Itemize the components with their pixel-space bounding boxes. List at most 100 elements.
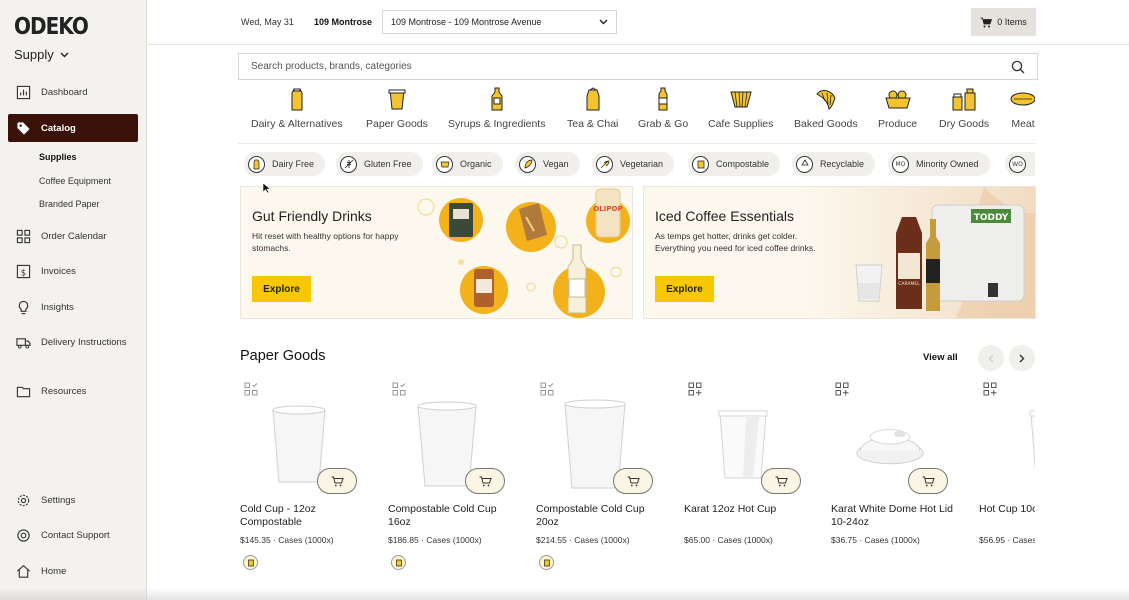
category-tea-chai[interactable]: Tea & Chai bbox=[567, 86, 618, 130]
nav-delivery-instructions[interactable]: Delivery Instructions bbox=[8, 328, 138, 356]
product-card[interactable]: Karat 12oz Hot Cup $65.00 · Cases (1000x… bbox=[684, 380, 812, 580]
croissant-icon bbox=[816, 90, 836, 110]
add-to-list-icon[interactable] bbox=[983, 382, 997, 396]
filter-woman-owned[interactable]: WO bbox=[1005, 152, 1035, 176]
toddy-label: TODDY bbox=[974, 213, 1009, 223]
product-price: $36.75 · Cases (1000x) bbox=[831, 535, 920, 545]
compostable-badge-icon bbox=[539, 555, 554, 570]
category-label: Dairy & Alternatives bbox=[251, 118, 343, 130]
product-name[interactable]: Hot Cup 10oz bbox=[979, 503, 1035, 516]
filter-vegetarian[interactable]: Vegetarian bbox=[592, 152, 675, 176]
mo-icon: MO bbox=[892, 155, 909, 173]
product-name[interactable]: Compostable Cold Cup 20oz bbox=[536, 503, 658, 529]
filter-dairy-free[interactable]: Dairy Free bbox=[244, 152, 326, 176]
product-name[interactable]: Cold Cup - 12oz Compostable bbox=[240, 503, 362, 529]
filter-recyclable[interactable]: Recyclable bbox=[792, 152, 876, 176]
add-to-cart-button[interactable] bbox=[761, 468, 801, 494]
drink-bottle-icon bbox=[658, 87, 668, 111]
category-paper-goods[interactable]: Paper Goods bbox=[366, 86, 428, 130]
product-name[interactable]: Karat White Dome Hot Lid 10-24oz bbox=[831, 503, 953, 529]
category-divider bbox=[238, 143, 1035, 144]
search-input[interactable] bbox=[251, 61, 1011, 72]
support-icon bbox=[17, 528, 30, 542]
category-dry-goods[interactable]: Dry Goods bbox=[939, 86, 989, 130]
product-price: $145.35 · Cases (1000x) bbox=[240, 535, 334, 545]
filter-vegan[interactable]: Vegan bbox=[515, 152, 580, 176]
add-to-cart-button[interactable] bbox=[908, 468, 948, 494]
filter-label: Vegan bbox=[543, 159, 569, 169]
nav-settings[interactable]: Settings bbox=[8, 486, 138, 514]
view-all-link[interactable]: View all bbox=[923, 352, 958, 363]
add-to-list-icon[interactable] bbox=[835, 382, 849, 396]
lightbulb-icon bbox=[18, 300, 29, 314]
product-name[interactable]: Karat 12oz Hot Cup bbox=[684, 503, 806, 516]
nav-resources[interactable]: Resources bbox=[8, 377, 138, 405]
product-name[interactable]: Compostable Cold Cup 16oz bbox=[388, 503, 510, 529]
search-icon[interactable] bbox=[1011, 60, 1025, 74]
carousel-next-button[interactable] bbox=[1009, 345, 1035, 371]
added-to-list-icon[interactable] bbox=[392, 382, 406, 396]
nav-order-calendar[interactable]: Order Calendar bbox=[8, 222, 138, 250]
filter-label: Gluten Free bbox=[364, 159, 412, 169]
subnav-coffee-equipment[interactable]: Coffee Equipment bbox=[39, 176, 111, 186]
filter-basket-icon bbox=[730, 91, 752, 108]
category-grab-go[interactable]: Grab & Go bbox=[638, 86, 688, 130]
add-to-cart-button[interactable] bbox=[465, 468, 505, 494]
filter-compostable[interactable]: Compostable bbox=[688, 152, 781, 176]
product-card[interactable]: Hot Cup 10oz $56.95 · Cases (1000x) bbox=[979, 380, 1035, 580]
nav-label: Contact Support bbox=[41, 529, 110, 541]
add-to-list-icon[interactable] bbox=[688, 382, 702, 396]
category-dairy-alternatives[interactable]: Dairy & Alternatives bbox=[251, 86, 343, 130]
category-label: Cafe Supplies bbox=[708, 118, 774, 130]
workspace-switcher[interactable]: Supply bbox=[14, 47, 69, 62]
category-produce[interactable]: Produce bbox=[878, 86, 917, 130]
subnav-supplies[interactable]: Supplies bbox=[39, 152, 77, 162]
explore-button[interactable]: Explore bbox=[655, 276, 714, 302]
explore-button[interactable]: Explore bbox=[252, 276, 311, 302]
location-select[interactable]: 109 Montrose - 109 Montrose Avenue bbox=[382, 10, 617, 34]
product-card[interactable]: Compostable Cold Cup 20oz $214.55 · Case… bbox=[536, 380, 664, 580]
nav-label: Resources bbox=[41, 385, 87, 397]
category-syrups-ingredients[interactable]: Syrups & Ingredients bbox=[448, 86, 545, 130]
filter-label: Dairy Free bbox=[272, 159, 315, 169]
filter-organic[interactable]: Organic bbox=[432, 152, 503, 176]
filter-chips: Dairy Free Gluten Free Organic Vegan Veg… bbox=[240, 152, 1035, 177]
search-bar bbox=[238, 53, 1038, 80]
filter-gluten-free[interactable]: Gluten Free bbox=[336, 152, 423, 176]
product-card[interactable]: Cold Cup - 12oz Compostable $145.35 · Ca… bbox=[240, 380, 368, 580]
nav-label: Insights bbox=[41, 301, 74, 313]
add-to-cart-button[interactable] bbox=[317, 468, 357, 494]
banner-iced-coffee: TODDY CARAMEL Iced Coffee Essentials As … bbox=[643, 186, 1036, 319]
product-price: $56.95 · Cases (1000x) bbox=[979, 535, 1035, 545]
product-price: $186.85 · Cases (1000x) bbox=[388, 535, 482, 545]
subnav-branded-paper[interactable]: Branded Paper bbox=[39, 199, 100, 209]
add-to-cart-button[interactable] bbox=[613, 468, 653, 494]
recycle-icon bbox=[796, 155, 813, 173]
nav-label: Invoices bbox=[41, 265, 76, 277]
vegan-leaf-icon bbox=[519, 155, 536, 173]
nav-dashboard[interactable]: Dashboard bbox=[8, 78, 138, 106]
banner-title: Gut Friendly Drinks bbox=[252, 208, 372, 224]
tag-icon bbox=[17, 121, 30, 135]
nav-catalog[interactable]: Catalog bbox=[8, 114, 138, 142]
product-card[interactable]: Compostable Cold Cup 16oz $186.85 · Case… bbox=[388, 380, 516, 580]
filter-minority-owned[interactable]: MO Minority Owned bbox=[888, 152, 990, 176]
cart-button[interactable]: 0 Items bbox=[971, 8, 1036, 36]
nav-insights[interactable]: Insights bbox=[8, 293, 138, 321]
product-card[interactable]: Karat White Dome Hot Lid 10-24oz $36.75 … bbox=[831, 380, 959, 580]
carousel-prev-button[interactable] bbox=[978, 345, 1004, 371]
nav-label: Dashboard bbox=[41, 86, 88, 98]
category-baked-goods[interactable]: Baked Goods bbox=[794, 86, 858, 130]
banner-description: Hit reset with healthy options for happy… bbox=[252, 231, 399, 253]
nav-home[interactable]: Home bbox=[8, 557, 138, 585]
added-to-list-icon[interactable] bbox=[540, 382, 554, 396]
calendar-grid-icon bbox=[16, 229, 31, 243]
category-meat[interactable]: Meat bbox=[1010, 86, 1035, 130]
odeko-logo[interactable]: ODEKO bbox=[14, 12, 89, 40]
added-to-list-icon[interactable] bbox=[244, 382, 258, 396]
nav-contact-support[interactable]: Contact Support bbox=[8, 521, 138, 549]
nav-invoices[interactable]: $ Invoices bbox=[8, 257, 138, 285]
category-label: Paper Goods bbox=[366, 118, 428, 130]
category-cafe-supplies[interactable]: Cafe Supplies bbox=[708, 86, 773, 130]
tea-bag-icon bbox=[586, 87, 600, 111]
